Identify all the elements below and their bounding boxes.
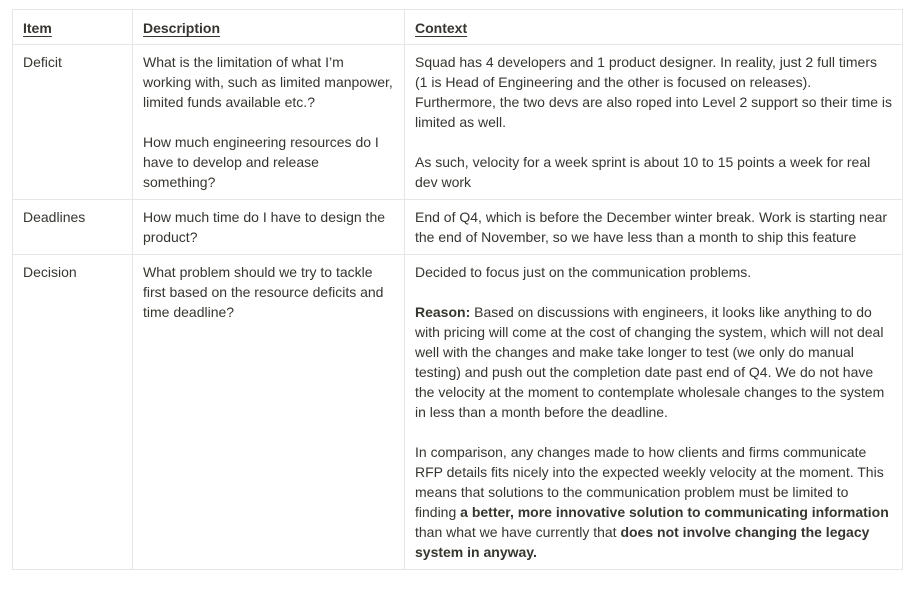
table-row: Deficit What is the limitation of what I… xyxy=(12,44,903,200)
header-context: Context xyxy=(404,9,903,45)
context-table: Item Description Context Deficit What is… xyxy=(12,9,903,570)
cell-item: Deadlines xyxy=(12,199,133,255)
header-row: Item Description Context xyxy=(12,9,903,45)
cell-description: How much time do I have to design the pr… xyxy=(132,199,405,255)
cell-item: Deficit xyxy=(12,44,133,200)
decision-comparison: In comparison, any changes made to how c… xyxy=(415,444,889,560)
reason-label: Reason: xyxy=(415,304,471,320)
cell-context: Decided to focus just on the communicati… xyxy=(404,254,903,570)
cell-item: Decision xyxy=(12,254,133,570)
cell-description: What problem should we try to tackle fir… xyxy=(132,254,405,570)
table-row: Deadlines How much time do I have to des… xyxy=(12,199,903,255)
cell-context: End of Q4, which is before the December … xyxy=(404,199,903,255)
cell-description: What is the limitation of what I’m worki… xyxy=(132,44,405,200)
decision-reason: Reason: Based on discussions with engine… xyxy=(415,304,885,420)
cell-context: Squad has 4 developers and 1 product des… xyxy=(404,44,903,200)
decision-intro: Decided to focus just on the communicati… xyxy=(415,264,752,280)
table-row: Decision What problem should we try to t… xyxy=(12,254,903,570)
header-item: Item xyxy=(12,9,133,45)
header-description: Description xyxy=(132,9,405,45)
